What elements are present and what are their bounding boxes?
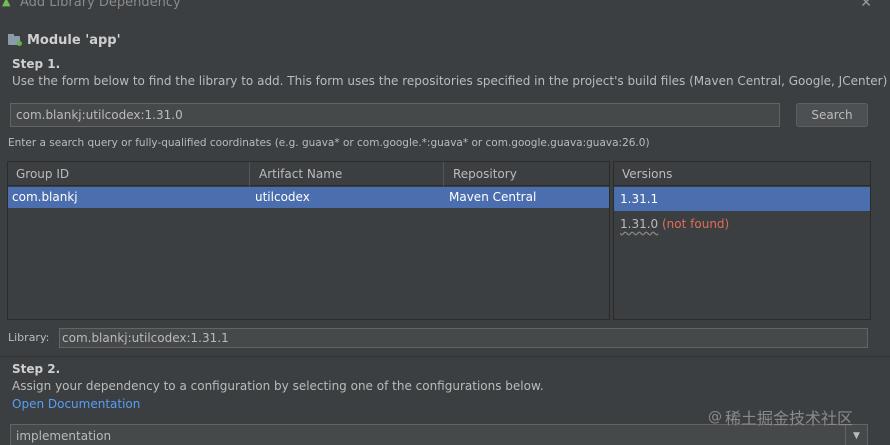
open-documentation-link[interactable]: Open Documentation xyxy=(12,397,140,411)
column-repository[interactable]: Repository xyxy=(445,162,609,186)
library-field[interactable]: com.blankj:utilcodex:1.31.1 xyxy=(59,328,868,348)
watermark-at: @ xyxy=(708,409,722,425)
column-artifact-name[interactable]: Artifact Name xyxy=(251,162,444,186)
versions-list: Versions 1.31.1 1.31.0 (not found) xyxy=(613,161,871,320)
watermark: @ 稀土掘金技术社区 xyxy=(708,405,853,429)
version-item[interactable]: 1.31.1 xyxy=(614,187,870,211)
version-item[interactable]: 1.31.0 (not found) xyxy=(614,212,870,236)
search-hint: Enter a search query or fully-qualified … xyxy=(8,137,650,149)
cell-artifact-name: utilcodex xyxy=(255,190,310,204)
cell-repository: Maven Central xyxy=(449,190,537,204)
step1-description: Use the form below to find the library t… xyxy=(12,74,888,88)
version-number: 1.31.0 xyxy=(620,217,659,231)
cell-group-id: com.blankj xyxy=(12,190,78,204)
android-icon: ▲ xyxy=(2,0,11,8)
close-icon[interactable]: ✕ xyxy=(860,0,872,11)
library-label: Library: xyxy=(8,331,50,344)
version-not-found-note: (not found) xyxy=(662,217,730,231)
results-table: Group ID Artifact Name Repository com.bl… xyxy=(7,161,610,320)
module-folder-icon xyxy=(8,34,22,46)
version-number: 1.31.1 xyxy=(620,192,659,206)
table-row[interactable]: com.blankj utilcodex Maven Central xyxy=(8,187,609,208)
step1-title: Step 1. xyxy=(12,57,61,71)
module-label: Module 'app' xyxy=(27,32,121,48)
step2-title: Step 2. xyxy=(12,362,61,376)
search-input[interactable]: com.blankj:utilcodex:1.31.0 xyxy=(10,103,780,127)
configuration-value: implementation xyxy=(16,429,112,443)
results-header: Group ID Artifact Name Repository xyxy=(8,162,609,186)
title-bar: ▲ Add Library Dependency ✕ xyxy=(0,0,890,12)
search-button[interactable]: Search xyxy=(796,103,868,127)
section-divider xyxy=(0,356,890,357)
column-group-id[interactable]: Group ID xyxy=(8,162,250,186)
module-header: Module 'app' xyxy=(8,32,121,48)
step2-description: Assign your dependency to a configuratio… xyxy=(12,379,544,393)
window-title: Add Library Dependency xyxy=(20,0,181,10)
watermark-text: 稀土掘金技术社区 xyxy=(725,409,854,428)
versions-header: Versions xyxy=(614,162,870,186)
